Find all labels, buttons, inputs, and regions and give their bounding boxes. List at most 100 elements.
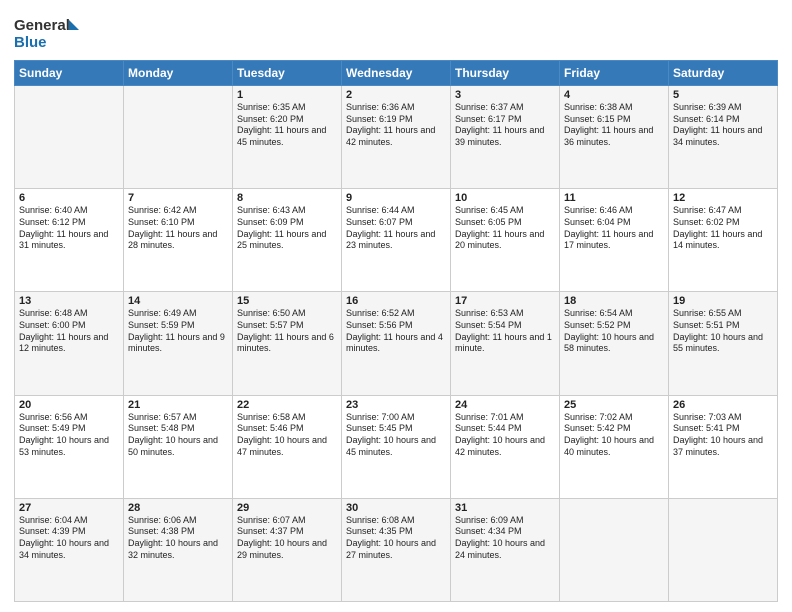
day-number: 9 [346,192,446,204]
calendar-cell: 16Sunrise: 6:52 AM Sunset: 5:56 PM Dayli… [342,292,451,395]
calendar-table: SundayMondayTuesdayWednesdayThursdayFrid… [14,60,778,602]
calendar-cell: 23Sunrise: 7:00 AM Sunset: 5:45 PM Dayli… [342,395,451,498]
calendar-cell: 27Sunrise: 6:04 AM Sunset: 4:39 PM Dayli… [15,498,124,601]
calendar-cell: 14Sunrise: 6:49 AM Sunset: 5:59 PM Dayli… [124,292,233,395]
calendar-header-day: Wednesday [342,61,451,86]
calendar-cell [15,86,124,189]
calendar-cell: 11Sunrise: 6:46 AM Sunset: 6:04 PM Dayli… [560,189,669,292]
day-number: 28 [128,502,228,514]
calendar-cell: 2Sunrise: 6:36 AM Sunset: 6:19 PM Daylig… [342,86,451,189]
calendar-week-row: 20Sunrise: 6:56 AM Sunset: 5:49 PM Dayli… [15,395,778,498]
day-content: Sunrise: 6:07 AM Sunset: 4:37 PM Dayligh… [237,515,337,562]
day-number: 18 [564,295,664,307]
calendar-week-row: 13Sunrise: 6:48 AM Sunset: 6:00 PM Dayli… [15,292,778,395]
calendar-cell: 21Sunrise: 6:57 AM Sunset: 5:48 PM Dayli… [124,395,233,498]
day-content: Sunrise: 6:45 AM Sunset: 6:05 PM Dayligh… [455,205,555,252]
day-number: 19 [673,295,773,307]
day-content: Sunrise: 6:53 AM Sunset: 5:54 PM Dayligh… [455,308,555,355]
calendar-cell: 13Sunrise: 6:48 AM Sunset: 6:00 PM Dayli… [15,292,124,395]
day-number: 21 [128,399,228,411]
day-content: Sunrise: 6:06 AM Sunset: 4:38 PM Dayligh… [128,515,228,562]
calendar-header-day: Tuesday [233,61,342,86]
day-content: Sunrise: 7:03 AM Sunset: 5:41 PM Dayligh… [673,412,773,459]
day-number: 14 [128,295,228,307]
calendar-cell: 31Sunrise: 6:09 AM Sunset: 4:34 PM Dayli… [451,498,560,601]
day-number: 4 [564,89,664,101]
day-content: Sunrise: 6:09 AM Sunset: 4:34 PM Dayligh… [455,515,555,562]
calendar-header-day: Monday [124,61,233,86]
day-content: Sunrise: 7:01 AM Sunset: 5:44 PM Dayligh… [455,412,555,459]
day-content: Sunrise: 6:44 AM Sunset: 6:07 PM Dayligh… [346,205,446,252]
calendar-cell: 1Sunrise: 6:35 AM Sunset: 6:20 PM Daylig… [233,86,342,189]
day-content: Sunrise: 6:54 AM Sunset: 5:52 PM Dayligh… [564,308,664,355]
calendar-cell: 22Sunrise: 6:58 AM Sunset: 5:46 PM Dayli… [233,395,342,498]
day-content: Sunrise: 6:08 AM Sunset: 4:35 PM Dayligh… [346,515,446,562]
calendar-cell: 6Sunrise: 6:40 AM Sunset: 6:12 PM Daylig… [15,189,124,292]
day-content: Sunrise: 6:46 AM Sunset: 6:04 PM Dayligh… [564,205,664,252]
day-number: 11 [564,192,664,204]
calendar-cell [560,498,669,601]
calendar-cell: 28Sunrise: 6:06 AM Sunset: 4:38 PM Dayli… [124,498,233,601]
calendar-cell: 4Sunrise: 6:38 AM Sunset: 6:15 PM Daylig… [560,86,669,189]
day-content: Sunrise: 6:50 AM Sunset: 5:57 PM Dayligh… [237,308,337,355]
svg-text:General: General [14,17,70,34]
day-content: Sunrise: 6:38 AM Sunset: 6:15 PM Dayligh… [564,102,664,149]
calendar-cell: 15Sunrise: 6:50 AM Sunset: 5:57 PM Dayli… [233,292,342,395]
day-content: Sunrise: 6:36 AM Sunset: 6:19 PM Dayligh… [346,102,446,149]
calendar-cell: 19Sunrise: 6:55 AM Sunset: 5:51 PM Dayli… [669,292,778,395]
day-number: 20 [19,399,119,411]
day-number: 24 [455,399,555,411]
day-content: Sunrise: 6:56 AM Sunset: 5:49 PM Dayligh… [19,412,119,459]
calendar-header-day: Saturday [669,61,778,86]
day-number: 7 [128,192,228,204]
day-number: 13 [19,295,119,307]
day-number: 12 [673,192,773,204]
day-number: 1 [237,89,337,101]
calendar-cell [669,498,778,601]
day-content: Sunrise: 6:58 AM Sunset: 5:46 PM Dayligh… [237,412,337,459]
calendar-header-day: Sunday [15,61,124,86]
calendar-cell: 30Sunrise: 6:08 AM Sunset: 4:35 PM Dayli… [342,498,451,601]
calendar-header-row: SundayMondayTuesdayWednesdayThursdayFrid… [15,61,778,86]
calendar-cell: 26Sunrise: 7:03 AM Sunset: 5:41 PM Dayli… [669,395,778,498]
day-content: Sunrise: 7:02 AM Sunset: 5:42 PM Dayligh… [564,412,664,459]
day-number: 6 [19,192,119,204]
page-container: GeneralBlue SundayMondayTuesdayWednesday… [0,0,792,612]
calendar-week-row: 1Sunrise: 6:35 AM Sunset: 6:20 PM Daylig… [15,86,778,189]
day-number: 8 [237,192,337,204]
calendar-cell: 20Sunrise: 6:56 AM Sunset: 5:49 PM Dayli… [15,395,124,498]
calendar-cell: 12Sunrise: 6:47 AM Sunset: 6:02 PM Dayli… [669,189,778,292]
day-content: Sunrise: 6:39 AM Sunset: 6:14 PM Dayligh… [673,102,773,149]
day-content: Sunrise: 6:52 AM Sunset: 5:56 PM Dayligh… [346,308,446,355]
calendar-cell: 25Sunrise: 7:02 AM Sunset: 5:42 PM Dayli… [560,395,669,498]
svg-text:Blue: Blue [14,34,47,51]
day-content: Sunrise: 6:04 AM Sunset: 4:39 PM Dayligh… [19,515,119,562]
day-content: Sunrise: 6:42 AM Sunset: 6:10 PM Dayligh… [128,205,228,252]
day-number: 29 [237,502,337,514]
day-content: Sunrise: 6:49 AM Sunset: 5:59 PM Dayligh… [128,308,228,355]
day-content: Sunrise: 6:55 AM Sunset: 5:51 PM Dayligh… [673,308,773,355]
calendar-cell [124,86,233,189]
logo-svg: GeneralBlue [14,12,84,52]
day-number: 10 [455,192,555,204]
day-number: 5 [673,89,773,101]
header: GeneralBlue [14,12,778,52]
day-content: Sunrise: 6:57 AM Sunset: 5:48 PM Dayligh… [128,412,228,459]
day-content: Sunrise: 6:35 AM Sunset: 6:20 PM Dayligh… [237,102,337,149]
calendar-week-row: 6Sunrise: 6:40 AM Sunset: 6:12 PM Daylig… [15,189,778,292]
day-number: 2 [346,89,446,101]
calendar-cell: 8Sunrise: 6:43 AM Sunset: 6:09 PM Daylig… [233,189,342,292]
day-content: Sunrise: 6:40 AM Sunset: 6:12 PM Dayligh… [19,205,119,252]
calendar-week-row: 27Sunrise: 6:04 AM Sunset: 4:39 PM Dayli… [15,498,778,601]
calendar-cell: 17Sunrise: 6:53 AM Sunset: 5:54 PM Dayli… [451,292,560,395]
day-number: 23 [346,399,446,411]
calendar-cell: 3Sunrise: 6:37 AM Sunset: 6:17 PM Daylig… [451,86,560,189]
calendar-cell: 29Sunrise: 6:07 AM Sunset: 4:37 PM Dayli… [233,498,342,601]
calendar-cell: 5Sunrise: 6:39 AM Sunset: 6:14 PM Daylig… [669,86,778,189]
logo-area: GeneralBlue [14,12,84,52]
calendar-cell: 18Sunrise: 6:54 AM Sunset: 5:52 PM Dayli… [560,292,669,395]
day-number: 27 [19,502,119,514]
day-number: 25 [564,399,664,411]
calendar-header-day: Friday [560,61,669,86]
day-number: 16 [346,295,446,307]
